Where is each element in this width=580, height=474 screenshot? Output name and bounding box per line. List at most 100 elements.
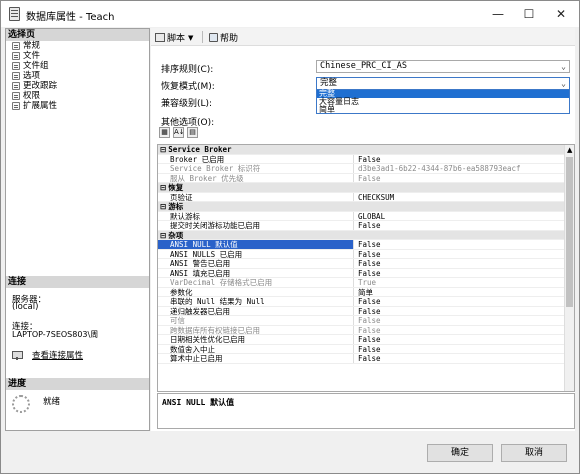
page-item-change-tracking[interactable]: 更改跟踪 bbox=[12, 81, 57, 91]
property-value[interactable]: False bbox=[354, 354, 564, 362]
recovery-option-bulk-logged[interactable]: 大容量日志 bbox=[317, 98, 569, 106]
property-value[interactable]: False bbox=[354, 307, 564, 315]
page-item-filegroups[interactable]: 文件组 bbox=[12, 61, 57, 71]
property-name: ANSI 警告已启用 bbox=[158, 259, 354, 268]
property-value[interactable]: False bbox=[354, 174, 564, 182]
grid-property-row[interactable]: Service Broker 标识符 d3be3ad1-6b22-4344-87b… bbox=[158, 164, 564, 174]
status-text: 就绪 bbox=[43, 397, 61, 407]
property-name: Service Broker 标识符 bbox=[158, 164, 354, 173]
grid-property-row[interactable]: 日期相关性优化已启用 False bbox=[158, 335, 564, 345]
property-value[interactable]: False bbox=[354, 250, 564, 258]
page-item-files[interactable]: 文件 bbox=[12, 51, 57, 61]
page-item-permissions[interactable]: 权限 bbox=[12, 91, 57, 101]
collapse-icon[interactable]: ⊟ bbox=[158, 231, 166, 240]
property-name: Broker 已启用 bbox=[158, 154, 354, 163]
grid-property-row[interactable]: ANSI NULLS 已启用 False bbox=[158, 249, 564, 259]
grid-property-row[interactable]: 默认游标 GLOBAL bbox=[158, 211, 564, 221]
sort-alpha-icon[interactable]: A↓ bbox=[173, 127, 185, 138]
grid-property-row[interactable]: 递归触发器已启用 False bbox=[158, 306, 564, 316]
page-list: 常规 文件 文件组 选项 更改跟踪 权限 扩展属性 bbox=[12, 41, 57, 111]
property-value[interactable]: False bbox=[354, 345, 564, 353]
scroll-thumb[interactable] bbox=[566, 157, 573, 307]
categorized-icon[interactable]: ▦ bbox=[159, 127, 170, 138]
property-name: 页验证 bbox=[158, 192, 354, 201]
page-label: 扩展属性 bbox=[23, 101, 58, 111]
ok-button[interactable]: 确定 bbox=[427, 444, 493, 462]
property-name: 服从 Broker 优先级 bbox=[158, 173, 354, 182]
property-value[interactable]: 简单 bbox=[354, 288, 564, 296]
property-value[interactable]: d3be3ad1-6b22-4344-87b6-ea588793eacf bbox=[354, 164, 564, 172]
category-label: 恢复 bbox=[168, 183, 184, 192]
grid-property-row[interactable]: ANSI 警告已启用 False bbox=[158, 259, 564, 269]
grid-property-row[interactable]: 串联的 Null 结果为 Null False bbox=[158, 297, 564, 307]
database-properties-window: 数据库属性 - Teach — ☐ ✕ 选择页 常规 文件 文件组 选项 更改跟… bbox=[0, 0, 580, 474]
collation-select[interactable]: Chinese_PRC_CI_AS ⌄ bbox=[316, 60, 570, 73]
grid-toolbar: ▦ A↓ ▤ bbox=[159, 127, 198, 138]
grid-scrollbar[interactable]: ▲ bbox=[564, 145, 574, 391]
chevron-down-icon: ⌄ bbox=[561, 62, 566, 71]
grid-property-row[interactable]: Broker 已启用 False bbox=[158, 154, 564, 164]
collapse-icon[interactable]: ⊟ bbox=[158, 145, 166, 154]
grid-property-row[interactable]: 跨数据库所有权链接已启用 False bbox=[158, 325, 564, 335]
page-icon bbox=[12, 82, 20, 90]
property-value[interactable]: False bbox=[354, 259, 564, 267]
connection-icon bbox=[12, 350, 23, 360]
grid-property-row[interactable]: VarDecimal 存储格式已启用 True bbox=[158, 278, 564, 288]
grid-property-row[interactable]: 算术中止已启用 False bbox=[158, 354, 564, 364]
grid-property-row[interactable]: ANSI 填充已启用 False bbox=[158, 268, 564, 278]
grid-property-row[interactable]: 参数化 简单 bbox=[158, 287, 564, 297]
view-connection-label: 查看连接属性 bbox=[32, 351, 84, 361]
recovery-model-value: 完整 bbox=[320, 78, 338, 88]
page-item-extended-properties[interactable]: 扩展属性 bbox=[12, 101, 57, 111]
grid-property-row[interactable]: 页验证 CHECKSUM bbox=[158, 192, 564, 202]
property-value[interactable]: CHECKSUM bbox=[354, 193, 564, 201]
category-label: Service Broker bbox=[168, 145, 232, 154]
script-label: 脚本 bbox=[167, 34, 186, 44]
property-value[interactable]: False bbox=[354, 221, 564, 229]
collation-label: 排序规则(C): bbox=[161, 65, 214, 75]
property-value[interactable]: False bbox=[354, 297, 564, 305]
view-connection-properties-link[interactable]: 查看连接属性 bbox=[12, 349, 83, 361]
collapse-icon[interactable]: ⊟ bbox=[158, 183, 166, 192]
close-button[interactable]: ✕ bbox=[541, 1, 580, 27]
page-item-general[interactable]: 常规 bbox=[12, 41, 57, 51]
recovery-option-simple[interactable]: 简单 bbox=[317, 106, 569, 114]
database-icon bbox=[9, 7, 20, 21]
property-value[interactable]: False bbox=[354, 326, 564, 334]
property-value[interactable]: False bbox=[354, 269, 564, 277]
property-value[interactable]: False bbox=[354, 316, 564, 324]
compatibility-level-label: 兼容级别(L): bbox=[161, 99, 213, 109]
property-value[interactable]: False bbox=[354, 335, 564, 343]
connection-header: 连接 bbox=[6, 276, 149, 288]
grid-property-row[interactable]: 提交时关闭游标功能已启用 False bbox=[158, 221, 564, 231]
grid-property-row[interactable]: 可信 False bbox=[158, 316, 564, 326]
help-label: 帮助 bbox=[220, 34, 239, 44]
grid-category-row[interactable]: ⊟ 杂项 bbox=[158, 230, 564, 240]
grid-category-row[interactable]: ⊟ Service Broker bbox=[158, 145, 564, 155]
collapse-icon[interactable]: ⊟ bbox=[158, 202, 166, 211]
scroll-up-icon[interactable]: ▲ bbox=[567, 146, 572, 154]
chevron-down-icon: ▼ bbox=[188, 33, 194, 42]
page-item-options[interactable]: 选项 bbox=[12, 71, 57, 81]
grid-category-row[interactable]: ⊟ 恢复 bbox=[158, 183, 564, 193]
window-title: 数据库属性 - Teach bbox=[26, 12, 115, 23]
toolbar-separator bbox=[202, 31, 203, 43]
grid-property-row[interactable]: ANSI NULL 默认值 False bbox=[158, 240, 564, 250]
property-value[interactable]: False bbox=[354, 155, 564, 163]
left-pane: 选择页 常规 文件 文件组 选项 更改跟踪 权限 扩展属性 连接 服务器： (l… bbox=[5, 28, 150, 431]
script-button[interactable]: 脚本 ▼ bbox=[155, 31, 193, 44]
property-pages-icon[interactable]: ▤ bbox=[187, 127, 198, 138]
grid-property-row[interactable]: 服从 Broker 优先级 False bbox=[158, 173, 564, 183]
cancel-button[interactable]: 取消 bbox=[501, 444, 567, 462]
property-description: ANSI NULL 默认值 bbox=[157, 393, 575, 429]
property-value[interactable]: True bbox=[354, 278, 564, 286]
property-name: 默认游标 bbox=[158, 211, 354, 220]
grid-category-row[interactable]: ⊟ 游标 bbox=[158, 202, 564, 212]
progress-spinner-icon bbox=[12, 395, 30, 413]
property-value[interactable]: False bbox=[354, 240, 564, 248]
page-icon bbox=[12, 62, 20, 70]
help-button[interactable]: 帮助 bbox=[209, 31, 238, 44]
property-value[interactable]: GLOBAL bbox=[354, 212, 564, 220]
page-icon bbox=[12, 102, 20, 110]
grid-property-row[interactable]: 数值舍入中止 False bbox=[158, 344, 564, 354]
